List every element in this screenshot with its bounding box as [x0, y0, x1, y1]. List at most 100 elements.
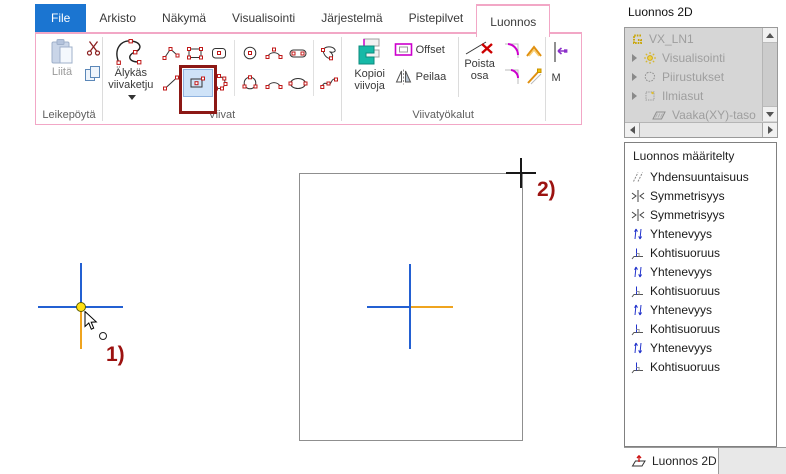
appearance-icon: [643, 89, 657, 103]
copy-lines-icon: [354, 36, 386, 68]
remove-part-icon: [464, 38, 496, 58]
mirror-button[interactable]: Peilaa: [394, 69, 458, 85]
tab-file[interactable]: File: [35, 4, 86, 32]
slot-tool-button[interactable]: [286, 38, 310, 68]
ribbon: Liitä: [35, 32, 582, 125]
ellipse-tool-button[interactable]: [286, 68, 310, 98]
remove-part-label: Poista osa: [459, 58, 501, 82]
coincident-icon: [631, 303, 645, 317]
perpendicular-icon: [631, 246, 645, 260]
line-tools-grid: [159, 38, 341, 98]
chamfer-tool-button[interactable]: [523, 38, 545, 64]
closed-curve-icon: [319, 44, 339, 62]
circle-points-icon: [240, 74, 260, 92]
cut-button[interactable]: [86, 40, 101, 56]
app-window: File Arkisto Näkymä Visualisointi Järjes…: [0, 0, 786, 473]
circle-points-tool-button[interactable]: [238, 68, 262, 98]
circle-center-icon: [240, 44, 260, 62]
fillet-trim-tool-button[interactable]: [501, 64, 523, 90]
group-measure-clipped: M: [545, 34, 581, 124]
arc-tool-button[interactable]: [262, 68, 286, 98]
offset-button[interactable]: Offset: [394, 42, 458, 57]
perpendicular-icon: [631, 284, 645, 298]
tree-horizontal-scrollbar[interactable]: [625, 122, 777, 137]
paste-button[interactable]: Liitä: [44, 38, 80, 78]
rectangle-tool-button[interactable]: [183, 38, 207, 68]
arrow-left-icon: [630, 126, 635, 134]
measure-button[interactable]: M: [551, 40, 581, 84]
constraint-item[interactable]: Kohtisuoruus: [625, 357, 776, 376]
scroll-up-button[interactable]: [763, 28, 777, 43]
closed-curve-tool-button[interactable]: [317, 38, 341, 68]
constraint-item[interactable]: Yhtenevyys: [625, 224, 776, 243]
tree-item-vx-ln1[interactable]: VX_LN1: [625, 29, 762, 48]
spline-tool-button[interactable]: [317, 68, 341, 98]
parallel-icon: [631, 170, 645, 184]
tree-item-visualisointi[interactable]: Visualisointi: [625, 48, 762, 67]
ellipse-icon: [287, 74, 309, 92]
dropdown-arrow-icon: [128, 95, 136, 100]
snap-indicator-circle: [99, 332, 107, 340]
line-icon: [161, 74, 181, 92]
scroll-right-button[interactable]: [763, 123, 777, 137]
panel-title: Luonnos 2D: [628, 5, 693, 19]
tab-arkisto[interactable]: Arkisto: [86, 4, 149, 32]
arc-icon: [264, 74, 284, 92]
arrow-up-icon: [766, 33, 774, 38]
tab-jarjestelma[interactable]: Järjestelmä: [308, 4, 395, 32]
sketch2-horizontal-line-right[interactable]: [411, 306, 453, 308]
sketch-2d-panel: Luonnos 2D VX_LN1 Visualisointi: [624, 0, 786, 473]
tree-item-ilmiasut[interactable]: Ilmiasut: [625, 86, 762, 105]
remove-part-button[interactable]: Poista osa: [459, 38, 501, 82]
tab-pistepilvet[interactable]: Pistepilvet: [396, 4, 477, 32]
chevron-right-icon[interactable]: [632, 54, 637, 62]
circle-center-tool-button[interactable]: [238, 38, 262, 68]
plane-icon: [651, 109, 667, 121]
tab-luonnos-2d-bottom[interactable]: Luonnos 2D: [624, 448, 719, 474]
sketch-node-icon: [630, 32, 644, 46]
scrollbar-thumb[interactable]: [639, 123, 763, 137]
annotation-1: 1): [106, 343, 125, 367]
chevron-right-icon[interactable]: [632, 92, 637, 100]
tab-visualisointi[interactable]: Visualisointi: [219, 4, 308, 32]
rectangle-center-tool-button-selected[interactable]: [183, 68, 207, 98]
constraint-item[interactable]: Kohtisuoruus: [625, 243, 776, 262]
tree-item-piirustukset[interactable]: Piirustukset: [625, 67, 762, 86]
constraint-item[interactable]: Symmetrisyys: [625, 186, 776, 205]
constraint-item[interactable]: Yhtenevyys: [625, 262, 776, 281]
scroll-left-button[interactable]: [625, 123, 639, 137]
smart-line-chain-button[interactable]: Älykäs viivaketju: [103, 37, 159, 103]
copy-button[interactable]: [84, 65, 102, 82]
sketch1-vertical-line-bottom[interactable]: [80, 311, 82, 349]
constraint-item[interactable]: Symmetrisyys: [625, 205, 776, 224]
tree-vertical-scrollbar[interactable]: [762, 28, 777, 121]
scroll-down-button[interactable]: [763, 106, 777, 121]
fillet-tool-button[interactable]: [501, 38, 523, 64]
copy-lines-button[interactable]: Kopioi viivoja: [346, 36, 394, 92]
rounded-rectangle-tool-button[interactable]: [207, 38, 231, 68]
coincident-icon: [631, 227, 645, 241]
sketch1-vertical-line-top[interactable]: [80, 263, 82, 307]
chamfer-line-tool-button[interactable]: [523, 64, 545, 90]
copy-icon: [84, 65, 102, 82]
constraint-item[interactable]: Yhtenevyys: [625, 300, 776, 319]
feature-tree: VX_LN1 Visualisointi Piirustukset: [624, 27, 778, 138]
constraint-item[interactable]: Yhdensuuntaisuus: [625, 167, 776, 186]
constraint-item[interactable]: Kohtisuoruus: [625, 281, 776, 300]
fillet-icon: [503, 42, 521, 60]
rounded-rectangle-icon: [209, 44, 229, 62]
constraint-item[interactable]: Kohtisuoruus: [625, 319, 776, 338]
sketch2-horizontal-line-left[interactable]: [367, 306, 410, 308]
sketch-board-icon: [631, 453, 647, 469]
chamfer-line-icon: [525, 68, 543, 86]
chevron-right-icon[interactable]: [632, 73, 637, 81]
tab-luonnos[interactable]: Luonnos: [476, 4, 550, 37]
arc-3pt-tool-button[interactable]: [262, 38, 286, 68]
panel-tab-bar: Luonnos 2D: [624, 447, 786, 474]
coincident-icon: [631, 265, 645, 279]
ribbon-tab-bar: File Arkisto Näkymä Visualisointi Järjes…: [35, 4, 550, 32]
perpendicular-icon: [631, 360, 645, 374]
constraint-item[interactable]: Yhtenevyys: [625, 338, 776, 357]
tab-nakyma[interactable]: Näkymä: [149, 4, 219, 32]
polyline-tool-button[interactable]: [159, 38, 183, 68]
